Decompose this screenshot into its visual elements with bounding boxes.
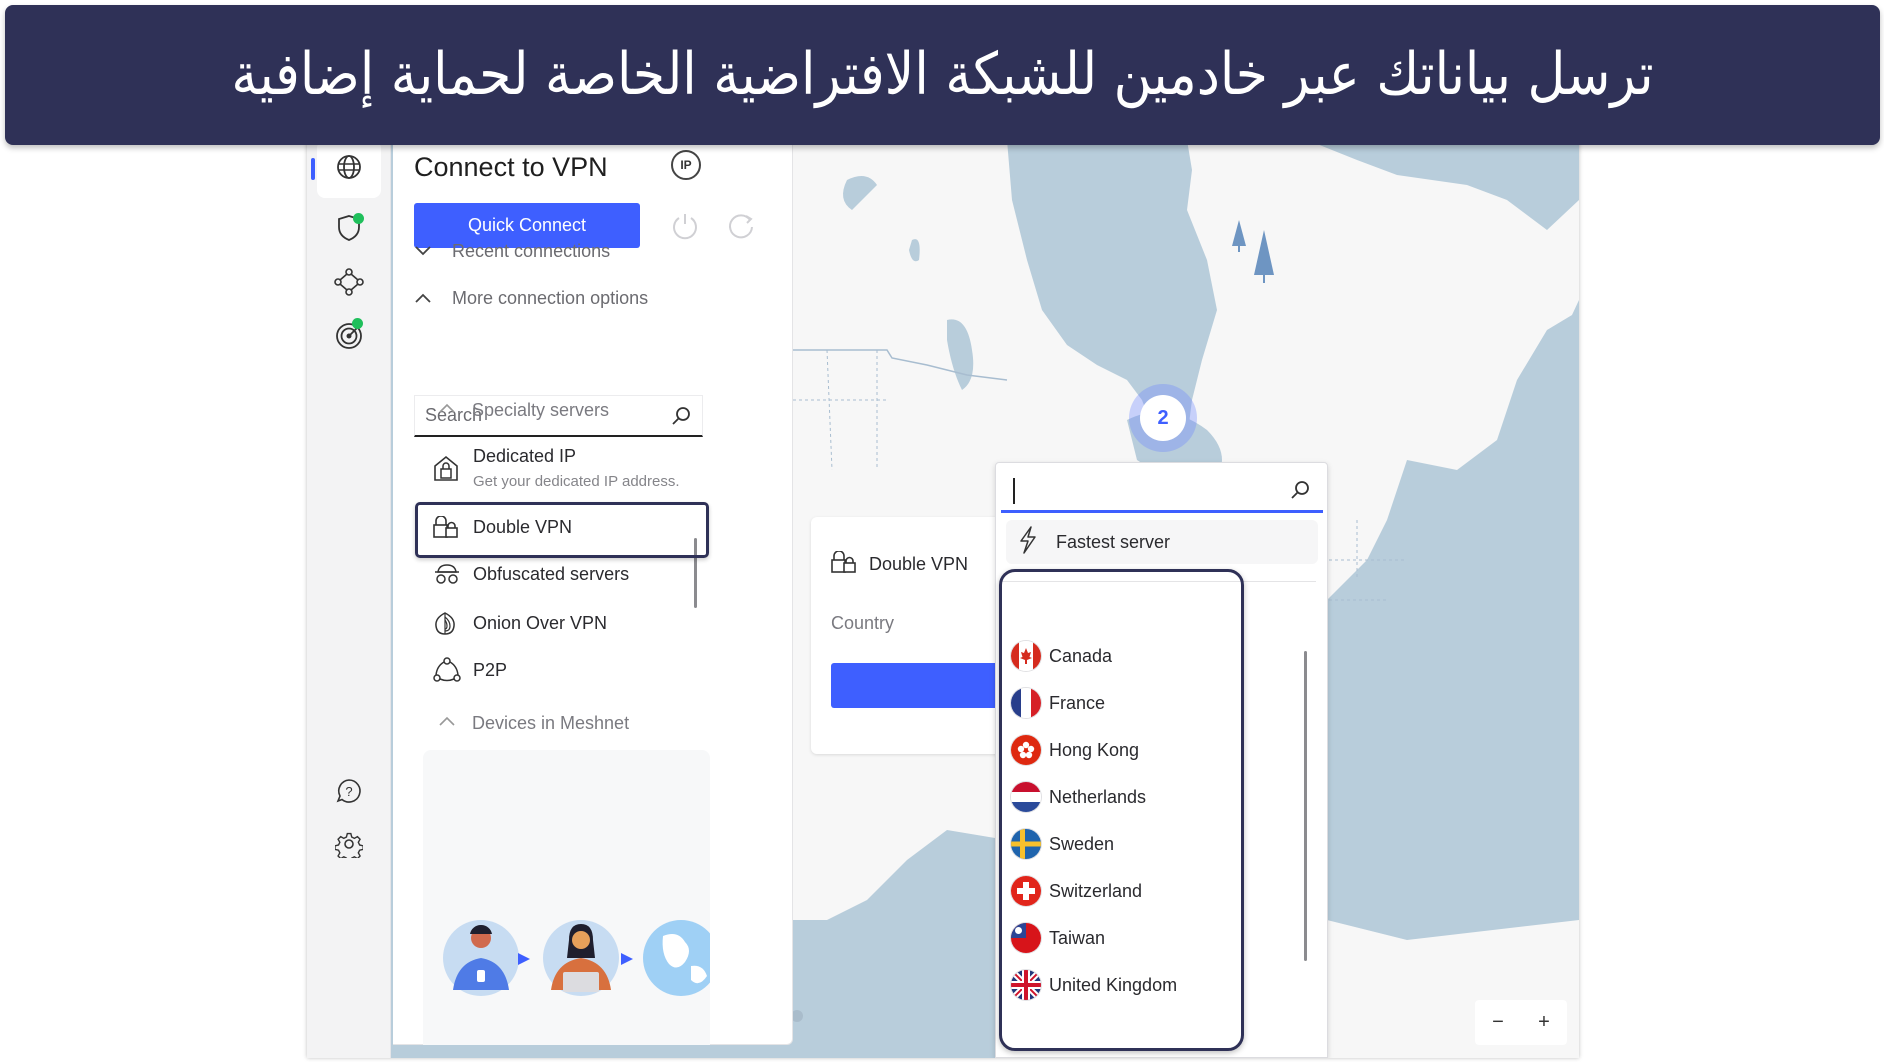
caption-text: ترسل بياناتك عبر خادمين للشبكة الافتراضي…: [231, 41, 1654, 109]
rail-item-meshnet[interactable]: [317, 255, 381, 313]
country-search[interactable]: [1001, 468, 1323, 513]
server-item-onion-over-vpn[interactable]: Onion Over VPN: [433, 610, 713, 636]
meshnet-icon: [334, 267, 364, 302]
country-search-input[interactable]: [1011, 474, 1271, 506]
shield-icon: [335, 212, 364, 248]
page-title: Connect to VPN: [414, 152, 608, 182]
connect-button[interactable]: [831, 663, 1021, 708]
chevron-down-icon: [414, 245, 452, 257]
server-item-double-vpn[interactable]: Double VPN: [433, 516, 713, 538]
recent-connections-toggle[interactable]: Recent connections: [414, 237, 610, 265]
house-lock-icon: [433, 454, 473, 482]
server-item-p2p[interactable]: P2P: [433, 657, 713, 683]
status-dot: [353, 212, 364, 224]
svg-text:?: ?: [345, 784, 352, 799]
meshnet-illustration-card: [423, 750, 710, 1045]
chevron-up-icon: [438, 714, 472, 732]
icon-rail: ?: [307, 140, 391, 1058]
meshnet-illustration: [443, 920, 710, 996]
taiwan-flag-icon: [1011, 923, 1041, 953]
rail-item-settings[interactable]: [317, 817, 381, 875]
zoom-in-button[interactable]: +: [1529, 1011, 1559, 1034]
power-icon[interactable]: [669, 210, 701, 242]
chevron-up-icon: [438, 401, 472, 419]
active-indicator: [311, 158, 315, 180]
fastest-server-option[interactable]: Fastest server: [1006, 520, 1318, 564]
server-item-dedicated-ip[interactable]: Dedicated IP Get your dedicated IP addre…: [433, 446, 713, 490]
panel-body: Connect to VPN IP Quick Connect Recent c…: [393, 140, 793, 1045]
rail-item-threat-protection-btn[interactable]: [317, 173, 381, 241]
specialty-servers-toggle[interactable]: Specialty servers: [438, 396, 609, 424]
screenshot-stage: ترسل بياناتك عبر خادمين للشبكة الافتراضي…: [0, 0, 1884, 1062]
country-option-hong-kong[interactable]: Hong Kong: [1011, 732, 1139, 768]
double-vpn-card: Double VPN Country: [811, 517, 1021, 754]
ip-button[interactable]: IP: [671, 150, 701, 180]
double-vpn-card-title: Double VPN: [831, 550, 968, 578]
p2p-icon: [433, 657, 473, 683]
country-option-canada[interactable]: Canada: [1011, 638, 1112, 674]
help-icon: ?: [335, 777, 363, 810]
sweden-flag-icon: [1011, 829, 1041, 859]
country-label: Country: [831, 613, 895, 633]
double-lock-icon: [433, 516, 473, 538]
radar-icon: [334, 317, 364, 356]
more-connection-options-toggle[interactable]: More connection options: [414, 284, 648, 312]
devices-in-meshnet-toggle[interactable]: Devices in Meshnet: [438, 709, 629, 737]
united-kingdom-flag-icon: [1011, 970, 1041, 1000]
rail-item-dark-web-monitor[interactable]: [317, 309, 381, 367]
chevron-up-icon: [414, 292, 452, 304]
nordvpn-app-window: 2 5 − + Double VPN Country: [307, 140, 1579, 1058]
country-dropdown: Fastest server Canada France Hong Kong N…: [995, 462, 1328, 1058]
switzerland-flag-icon: [1011, 876, 1041, 906]
incognito-icon: [433, 563, 473, 585]
lightning-icon: [1018, 525, 1038, 559]
map-zoom-control: − +: [1475, 1000, 1567, 1045]
country-option-switzerland[interactable]: Switzerland: [1011, 873, 1142, 909]
netherlands-flag-icon: [1011, 782, 1041, 812]
refresh-icon[interactable]: [726, 210, 758, 242]
onion-icon: [433, 610, 473, 636]
country-option-france[interactable]: France: [1011, 685, 1105, 721]
divider: [1001, 581, 1316, 582]
dropdown-scrollbar[interactable]: [1304, 651, 1307, 961]
country-option-united-kingdom[interactable]: United Kingdom: [1011, 967, 1177, 1003]
hong-kong-flag-icon: [1011, 735, 1041, 765]
rail-item-help[interactable]: ?: [317, 764, 381, 822]
country-option-sweden[interactable]: Sweden: [1011, 826, 1114, 862]
country-option-taiwan[interactable]: Taiwan: [1011, 920, 1105, 956]
double-lock-icon: [831, 550, 857, 578]
status-dot: [352, 317, 363, 329]
france-flag-icon: [1011, 688, 1041, 718]
canada-flag-icon: [1011, 641, 1041, 671]
caption-banner: ترسل بياناتك عبر خادمين للشبكة الافتراضي…: [5, 5, 1880, 145]
zoom-out-button[interactable]: −: [1483, 1011, 1513, 1034]
country-option-netherlands[interactable]: Netherlands: [1011, 779, 1146, 815]
search-icon: [670, 405, 692, 432]
settings-icon: [334, 830, 364, 863]
server-cluster[interactable]: 2: [1129, 384, 1197, 452]
search-icon: [1289, 479, 1311, 506]
server-item-obfuscated[interactable]: Obfuscated servers: [433, 563, 713, 585]
